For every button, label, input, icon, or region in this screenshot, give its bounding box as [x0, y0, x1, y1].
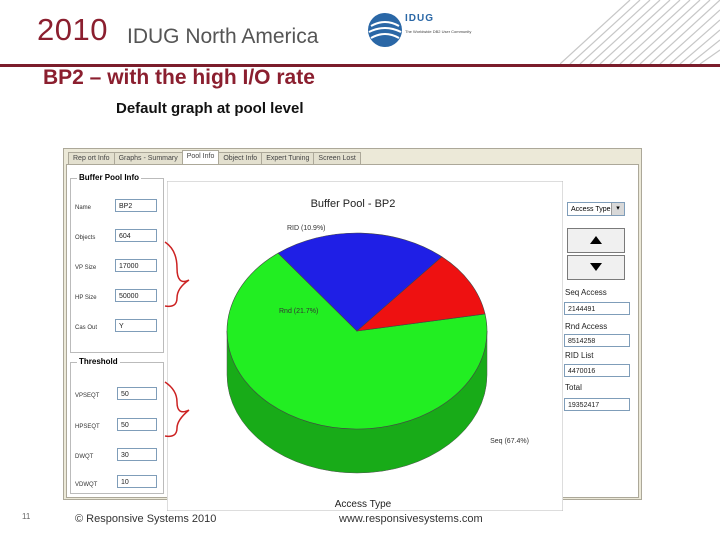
hp-size-field[interactable]: 50000: [115, 289, 157, 302]
field-label-objects: Objects: [75, 235, 96, 241]
field-label-dwqt: DWQT: [75, 454, 94, 460]
vpseqt-field[interactable]: 50: [117, 387, 157, 400]
total-label: Total: [565, 383, 582, 392]
name-field[interactable]: BP2: [115, 199, 157, 212]
globe-icon: [368, 13, 402, 47]
vp-size-field[interactable]: 17000: [115, 259, 157, 272]
up-arrow-icon: [590, 236, 602, 244]
threshold-group: Threshold VPSEQT 50 HPSEQT 50 DWQT 30 VD…: [70, 357, 164, 494]
annotation-bracket-lower: [164, 381, 190, 438]
cas-out-field[interactable]: Y: [115, 319, 157, 332]
slide-number: 11: [22, 512, 31, 521]
field-label-vp-size: VP Size: [75, 265, 97, 271]
rid-list-field[interactable]: 4470016: [564, 364, 630, 377]
group-title: Buffer Pool Info: [77, 173, 141, 182]
footer-url: www.responsivesystems.com: [339, 513, 483, 525]
header-stripes-decoration: [560, 0, 720, 64]
pie-slice-label: Seq (67.4%): [490, 438, 529, 445]
header-event-name: IDUG North America: [127, 25, 319, 48]
field-label-cas-out: Cas Out: [75, 325, 98, 331]
down-arrow-icon: [590, 263, 602, 271]
objects-field[interactable]: 604: [115, 229, 157, 242]
dwqt-field[interactable]: 30: [117, 448, 157, 461]
field-label-vdwqt: VDWQT: [75, 482, 98, 488]
pie-slice-label: Rnd (21.7%): [279, 308, 318, 315]
tab-panel: Buffer Pool Info Name BP2 Objects 604 VP…: [66, 164, 639, 511]
field-label-hp-size: HP Size: [75, 295, 97, 301]
slide-title: BP2 – with the high I/O rate: [43, 66, 315, 89]
annotation-bracket-upper: [164, 241, 190, 308]
slide-subtitle: Default graph at pool level: [116, 100, 304, 117]
logo-text: IDUG: [405, 13, 434, 24]
chevron-down-icon[interactable]: ▾: [611, 203, 624, 215]
buffer-pool-info-group: Buffer Pool Info Name BP2 Objects 604 VP…: [70, 173, 164, 353]
tab-pool-info[interactable]: Pool Info: [181, 150, 220, 165]
rnd-access-label: Rnd Access: [565, 322, 608, 331]
footer-copyright: © Responsive Systems 2010: [75, 513, 217, 525]
rid-list-label: RID List: [565, 351, 594, 360]
seq-access-label: Seq Access: [565, 288, 607, 297]
group-title: Threshold: [77, 357, 120, 366]
field-label-name: Name: [75, 205, 92, 211]
scroll-down-button[interactable]: [567, 255, 625, 280]
access-type-dropdown[interactable]: Access Type ▾: [567, 202, 625, 216]
scroll-up-button[interactable]: [567, 228, 625, 253]
rnd-access-field[interactable]: 8514258: [564, 334, 630, 347]
chart-title: Buffer Pool - BP2: [311, 198, 396, 210]
pie-slice-label: RID (10.9%): [287, 225, 326, 232]
app-window: Rep ort Info Graphs - Summary Pool Info …: [63, 148, 642, 511]
total-field[interactable]: 19352417: [564, 398, 630, 411]
field-label-hpseqt: HPSEQT: [75, 424, 100, 430]
field-label-vpseqt: VPSEQT: [75, 393, 100, 399]
pie-chart: Buffer Pool - BP2 Seq (67.4%) Rnd (21.7%)…: [167, 181, 563, 511]
chart-x-axis-label: Access Type: [335, 499, 392, 510]
seq-access-field[interactable]: 2144491: [564, 302, 630, 315]
logo-tagline: The Worldwide DB2 User Community: [405, 29, 472, 34]
vdwqt-field[interactable]: 10: [117, 475, 157, 488]
hpseqt-field[interactable]: 50: [117, 418, 157, 431]
header-year: 2010: [37, 12, 108, 47]
dropdown-value: Access Type: [571, 206, 611, 213]
